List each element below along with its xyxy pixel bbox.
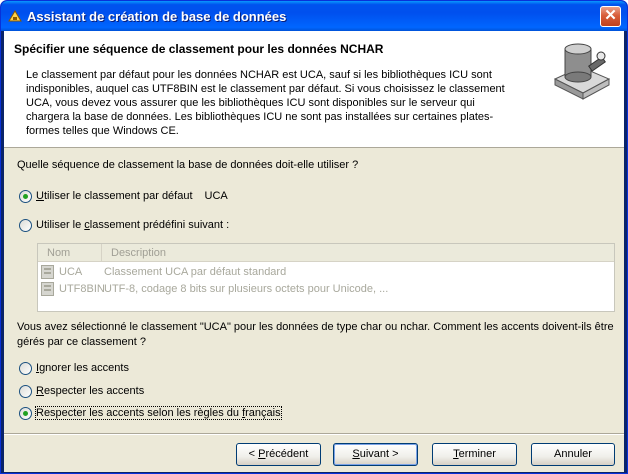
cancel-button[interactable]: Annuler [531,443,615,466]
radio-ignore-accents[interactable]: Ignorer les accents [19,360,129,376]
collation-list[interactable]: Nom Description UCA Classement UCA par d… [37,243,615,312]
item-description: UTF-8, codage 8 bits sur plusieurs octet… [104,283,389,295]
page-description: Le classement par défaut pour les donnée… [26,69,505,137]
wizard-app-icon [8,10,22,22]
dialog-body: Spécifier une séquence de classement pou… [4,31,624,472]
radio-predefined-collation[interactable]: Utiliser le classement prédéfini suivant… [19,217,229,233]
item-description: Classement UCA par défaut standard [104,266,287,278]
radio-label: Utiliser le classement par défaut [36,190,193,202]
list-item[interactable]: UTF8BIN UTF-8, codage 8 bits sur plusieu… [41,281,613,297]
radio-default-collation[interactable]: Utiliser le classement par défaut UCA [19,188,228,204]
radio-label: Utiliser le classement prédéfini suivant… [36,219,230,231]
page-title: Spécifier une séquence de classement pou… [14,42,384,56]
radio-respect-accents[interactable]: Respecter les accents [19,383,144,399]
collation-question: Quelle séquence de classement la base de… [17,159,359,171]
radio-button-checked[interactable] [19,189,32,203]
footer-divider [4,433,624,435]
wizard-window: Assistant de création de base de données… [0,0,628,474]
accents-question: Vous avez sélectionné le classement "UCA… [17,321,614,348]
list-header: Nom Description [38,244,614,262]
database-wizard-icon [553,43,611,100]
item-name: UCA [59,266,83,278]
item-name: UTF8BIN [59,283,105,295]
back-button[interactable]: < Précédent [236,443,321,466]
collation-icon [41,282,54,296]
radio-button[interactable] [19,384,32,398]
finish-button[interactable]: Terminer [432,443,517,466]
close-icon: ✕ [604,7,617,24]
window-title: Assistant de création de base de données [27,9,287,24]
column-header-description[interactable]: Description [103,244,613,261]
close-button[interactable]: ✕ [600,6,621,27]
next-button[interactable]: Suivant > [333,443,418,466]
wizard-header: Spécifier une séquence de classement pou… [4,31,624,148]
collation-icon [41,265,54,279]
radio-button[interactable] [19,361,32,375]
radio-label: Respecter les accents selon les règles d… [35,406,282,420]
radio-label: Ignorer les accents [36,362,129,374]
default-collation-value: UCA [204,190,228,202]
radio-button-checked[interactable] [19,406,32,420]
list-item[interactable]: UCA Classement UCA par défaut standard [41,264,613,280]
radio-french-accents[interactable]: Respecter les accents selon les règles d… [19,405,282,421]
title-bar[interactable]: Assistant de création de base de données… [1,1,627,31]
column-header-name[interactable]: Nom [38,244,102,261]
radio-label: Respecter les accents [36,385,145,397]
radio-button[interactable] [19,218,32,232]
